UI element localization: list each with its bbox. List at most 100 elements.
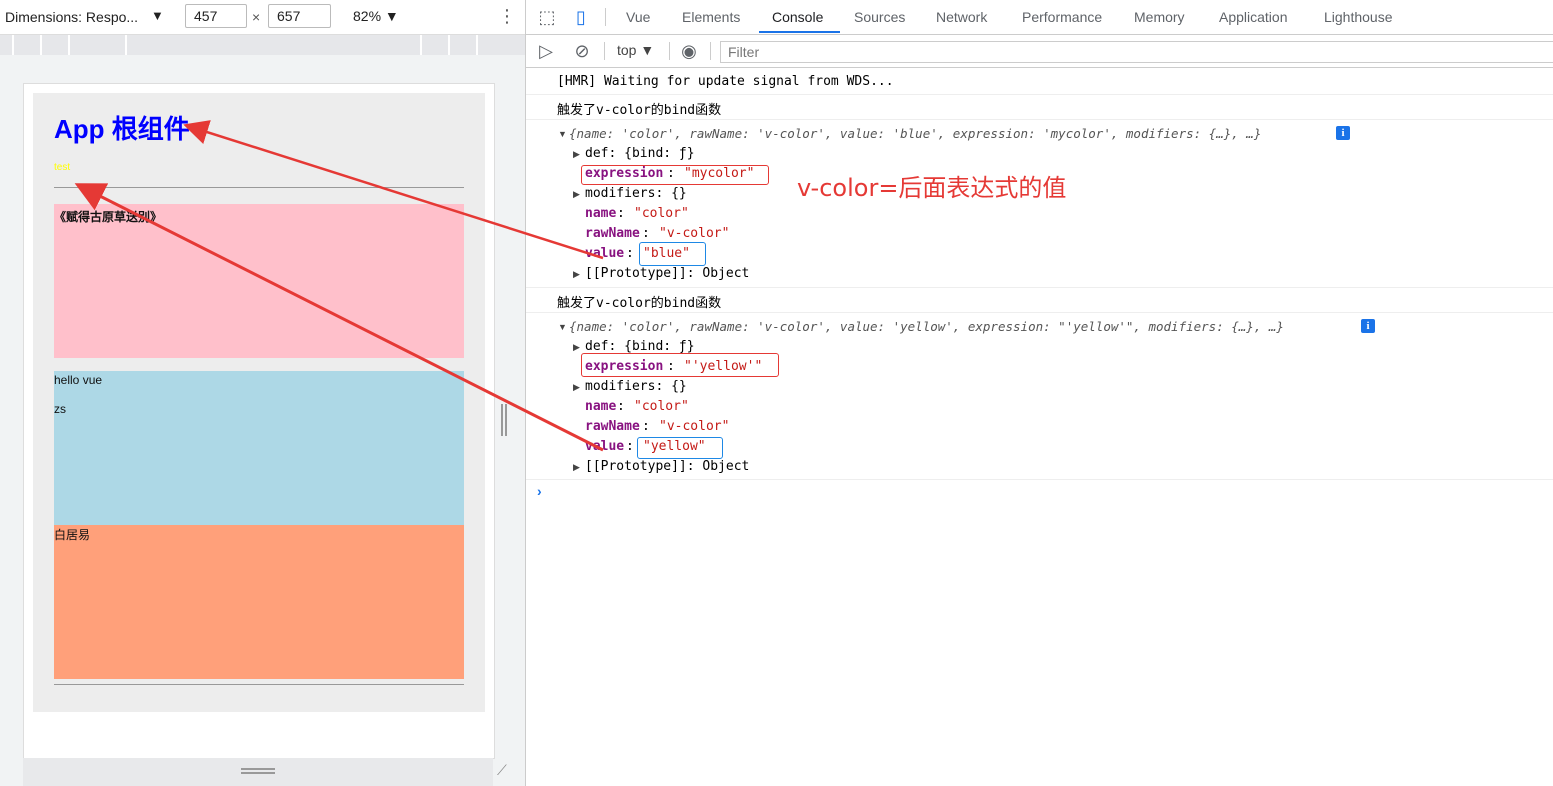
annotation-text: v-color=后面表达式的值 — [797, 174, 1067, 202]
expand-triangle-icon[interactable]: ▶ — [573, 189, 580, 200]
tab-sources[interactable]: Sources — [854, 9, 905, 25]
poem-title: 《赋得古原草送别》 — [54, 210, 163, 224]
row-divider — [526, 287, 1553, 288]
corner-resize-icon[interactable]: ⟋ — [497, 762, 507, 779]
colon: : — [626, 439, 634, 454]
prop-val-rawname: "v-color" — [659, 419, 730, 434]
console-message: 触发了v-color的bind函数 — [557, 296, 722, 311]
device-viewport: App 根组件 test 《赋得古原草送别》 hello vue zs 白居易 — [23, 83, 495, 759]
prop-modifiers[interactable]: modifiers: {} — [585, 379, 687, 394]
tab-application[interactable]: Application — [1219, 9, 1288, 25]
prop-prototype[interactable]: [[Prototype]]: Object — [585, 266, 749, 281]
prop-prototype[interactable]: [[Prototype]]: Object — [585, 459, 749, 474]
ruler-tick — [40, 35, 42, 55]
ruler-tick — [125, 35, 127, 55]
tab-elements[interactable]: Elements — [682, 9, 740, 25]
chevron-down-icon[interactable]: ▼ — [151, 8, 164, 23]
prop-key-name: name — [585, 206, 617, 221]
prop-modifiers[interactable]: modifiers: {} — [585, 186, 687, 201]
bottom-resize-handle[interactable] — [241, 768, 275, 774]
expand-triangle-icon[interactable]: ▶ — [573, 149, 580, 160]
hello-text: hello vue — [54, 373, 103, 387]
tab-console[interactable]: Console — [772, 9, 823, 25]
inspect-element-icon[interactable]: ⬚ — [536, 6, 558, 28]
highlight-value-1 — [639, 242, 706, 266]
console-toolbar: ▷ ⊘ top ▼ ◉ Filter — [526, 35, 1553, 68]
sidebar-toggle-icon[interactable]: ▷ — [535, 40, 557, 62]
divider — [54, 187, 464, 188]
height-input[interactable]: 657 — [268, 4, 331, 28]
prop-def[interactable]: def: {bind: ƒ} — [585, 339, 695, 354]
ruler-tick — [68, 35, 70, 55]
object-summary[interactable]: {name: 'color', rawName: 'v-color', valu… — [569, 126, 1261, 141]
expand-triangle-icon[interactable]: ▶ — [573, 462, 580, 473]
separator — [605, 8, 606, 26]
device-toolbar: Dimensions: Respo... ▼ 457 × 657 82% ▼ ⋮ — [0, 0, 525, 35]
expand-triangle-icon[interactable]: ▶ — [573, 382, 580, 393]
collapse-triangle-icon[interactable]: ▼ — [558, 322, 567, 332]
device-toggle-icon[interactable]: ▯ — [570, 6, 592, 28]
colon: : — [617, 206, 625, 221]
devtools-tabbar: ⬚ ▯ Vue Elements Console Sources Network… — [526, 0, 1553, 35]
prop-def[interactable]: def: {bind: ƒ} — [585, 146, 695, 161]
collapse-triangle-icon[interactable]: ▼ — [558, 129, 567, 139]
row-divider — [526, 119, 1553, 120]
separator — [604, 42, 605, 60]
ruler-tick — [12, 35, 14, 55]
prop-val-name: "color" — [634, 206, 689, 221]
tab-network[interactable]: Network — [936, 9, 987, 25]
ruler-tick — [476, 35, 478, 55]
prop-key-rawname: rawName — [585, 419, 640, 434]
name-text: zs — [54, 402, 66, 416]
prop-key-value: value — [585, 246, 625, 261]
expand-triangle-icon[interactable]: ▶ — [573, 269, 580, 280]
ruler-tick — [448, 35, 450, 55]
content-box: hello vue zs — [54, 371, 464, 525]
right-resize-handle[interactable] — [501, 404, 507, 436]
media-query-ruler[interactable] — [0, 35, 525, 55]
prop-val-name: "color" — [634, 399, 689, 414]
tab-vue[interactable]: Vue — [626, 9, 650, 25]
context-label: top — [617, 42, 637, 58]
row-divider — [526, 479, 1553, 480]
object-summary[interactable]: {name: 'color', rawName: 'v-color', valu… — [569, 319, 1284, 334]
divider — [54, 684, 464, 685]
prop-key-rawname: rawName — [585, 226, 640, 241]
clear-console-icon[interactable]: ⊘ — [571, 40, 593, 62]
colon: : — [626, 246, 634, 261]
poem-title-box: 《赋得古原草送别》 — [54, 204, 464, 358]
tab-performance[interactable]: Performance — [1022, 9, 1102, 25]
ruler-tick — [420, 35, 422, 55]
highlight-expression-1 — [581, 165, 769, 185]
console-message: [HMR] Waiting for update signal from WDS… — [557, 74, 894, 89]
dimensions-dropdown[interactable]: Dimensions: Respo... — [5, 9, 138, 25]
device-emulation-pane: Dimensions: Respo... ▼ 457 × 657 82% ▼ ⋮… — [0, 0, 525, 786]
app-title: App 根组件 — [54, 114, 190, 144]
prop-key-value: value — [585, 439, 625, 454]
times-label: × — [252, 9, 261, 25]
author-text: 白居易 — [54, 528, 91, 542]
tab-lighthouse[interactable]: Lighthouse — [1324, 9, 1393, 25]
colon: : — [617, 399, 625, 414]
app-root: App 根组件 test 《赋得古原草送别》 hello vue zs 白居易 — [33, 93, 485, 712]
zoom-dropdown[interactable]: 82% ▼ — [353, 8, 399, 24]
console-prompt[interactable]: › — [537, 483, 542, 499]
separator — [710, 42, 711, 60]
author-box: 白居易 — [54, 525, 464, 679]
tab-memory[interactable]: Memory — [1134, 9, 1185, 25]
highlight-expression-2 — [581, 353, 779, 377]
context-selector[interactable]: top ▼ — [617, 42, 654, 58]
eye-icon[interactable]: ◉ — [678, 40, 700, 62]
prop-key-name: name — [585, 399, 617, 414]
row-divider — [526, 312, 1553, 313]
colon: : — [642, 226, 650, 241]
info-icon[interactable]: i — [1361, 319, 1375, 333]
highlight-value-2 — [637, 437, 723, 459]
more-options-icon[interactable]: ⋮ — [498, 6, 516, 27]
test-text: test — [54, 162, 71, 173]
expand-triangle-icon[interactable]: ▶ — [573, 342, 580, 353]
filter-input[interactable]: Filter — [720, 41, 1553, 63]
info-icon[interactable]: i — [1336, 126, 1350, 140]
width-input[interactable]: 457 — [185, 4, 247, 28]
active-tab-indicator — [759, 31, 840, 33]
